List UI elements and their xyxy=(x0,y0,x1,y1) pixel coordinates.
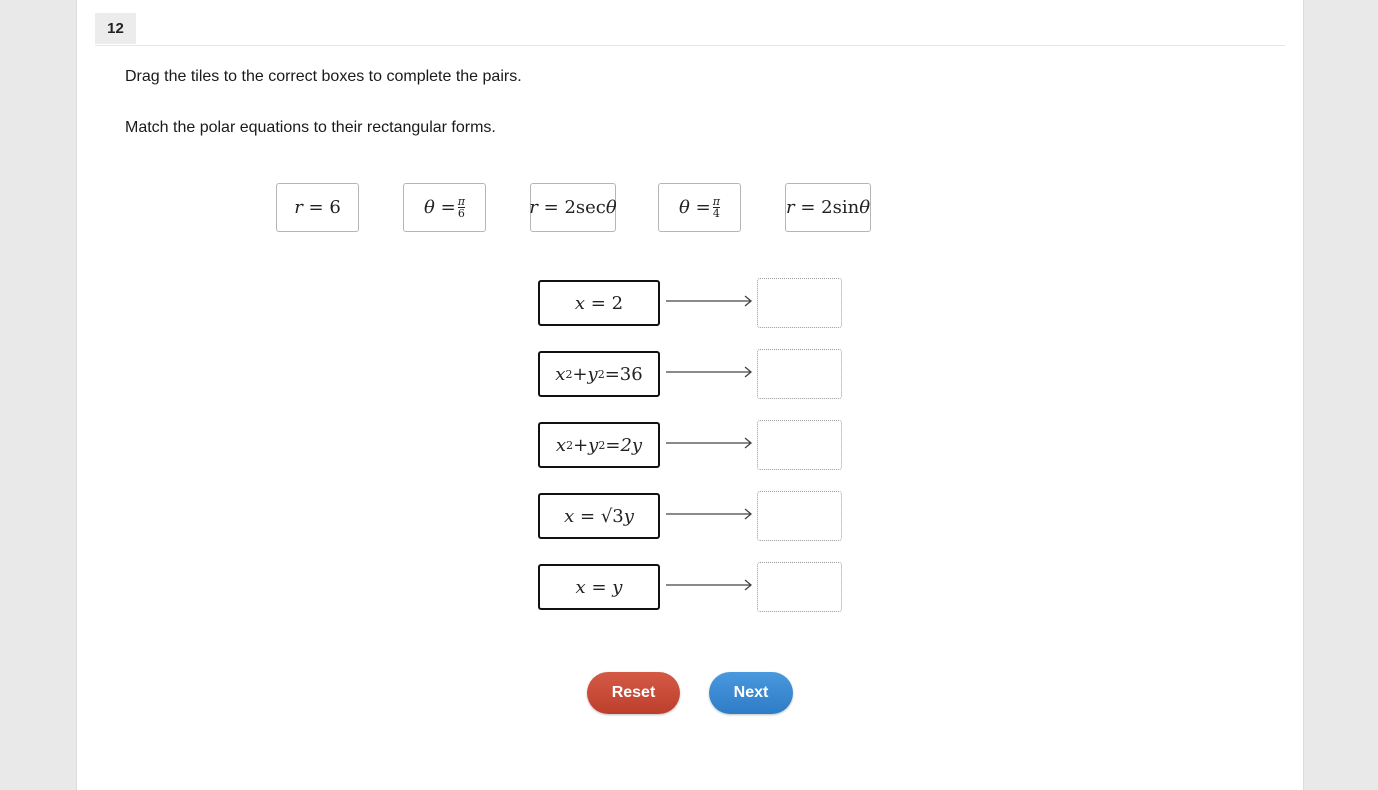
tile-r-equals-2sin-theta[interactable]: r = 2sin θ xyxy=(785,183,871,232)
tile-var: θ xyxy=(859,197,871,218)
arrow-icon xyxy=(666,508,753,520)
arrow-icon xyxy=(666,579,753,591)
pair-rhs: 2y xyxy=(620,434,643,456)
pair-var-2: y xyxy=(623,505,634,527)
fraction-denominator: 6 xyxy=(457,207,465,220)
pair-var: x xyxy=(575,576,586,598)
pair-var: x xyxy=(555,363,566,385)
pair-exponent: 2 xyxy=(565,367,573,381)
pair-plus: + xyxy=(573,434,589,456)
pair-var: x xyxy=(555,434,567,456)
tile-var: θ xyxy=(605,197,617,218)
reset-button[interactable]: Reset xyxy=(587,672,680,714)
prompt-text: Match the polar equations to their recta… xyxy=(125,119,496,136)
pair-rhs: 2 xyxy=(611,292,624,314)
pair-rhs: 36 xyxy=(619,363,643,385)
pair-rhs: √3 xyxy=(600,505,624,527)
tile-lhs: r xyxy=(294,197,303,218)
pair-var: x xyxy=(564,505,575,527)
pair-exponent: 2 xyxy=(566,438,574,452)
drop-box-2[interactable] xyxy=(757,349,842,399)
fraction-numerator: π xyxy=(712,195,720,208)
tile-r-equals-6[interactable]: r = 6 xyxy=(276,183,359,232)
drop-box-4[interactable] xyxy=(757,491,842,541)
pair-label-x-equals-2: x = 2 xyxy=(538,280,660,326)
tile-eq: = xyxy=(695,197,711,218)
question-number: 12 xyxy=(95,13,136,44)
pair-exponent-2: 2 xyxy=(598,438,606,452)
pair-label-x2-plus-y2-equals-36: x 2 + y 2 = 36 xyxy=(538,351,660,397)
pair-eq: = xyxy=(591,576,607,598)
pair-label-x2-plus-y2-equals-2y: x 2 + y 2 = 2y xyxy=(538,422,660,468)
tile-lhs: θ xyxy=(679,197,690,218)
arrow-icon xyxy=(666,437,753,449)
drop-box-1[interactable] xyxy=(757,278,842,328)
pair-eq: = xyxy=(579,505,596,527)
tile-eq: = xyxy=(440,197,456,218)
pair-exponent-2: 2 xyxy=(597,367,605,381)
tile-rhs: 2sin xyxy=(821,197,860,218)
drop-box-5[interactable] xyxy=(757,562,842,612)
fraction-numerator: π xyxy=(457,195,465,208)
pair-var-2: y xyxy=(588,434,599,456)
pair-eq: = xyxy=(605,434,621,456)
pair-label-x-equals-y: x = y xyxy=(538,564,660,610)
next-button[interactable]: Next xyxy=(709,672,793,714)
pair-var-2: y xyxy=(587,363,598,385)
drop-box-3[interactable] xyxy=(757,420,842,470)
tile-lhs: r xyxy=(785,197,795,218)
question-card: 12 Drag the tiles to the correct boxes t… xyxy=(76,0,1304,790)
pair-eq: = xyxy=(604,363,620,385)
pair-label-x-equals-root3-y: x = √3 y xyxy=(538,493,660,539)
tile-fraction: π 6 xyxy=(457,195,465,220)
tile-eq: = xyxy=(308,197,324,218)
pair-var: x xyxy=(574,292,586,314)
tile-fraction: π 4 xyxy=(712,195,720,220)
tile-theta-equals-pi-over-4[interactable]: θ = π 4 xyxy=(658,183,741,232)
tile-eq: = xyxy=(543,197,559,218)
pair-eq: = xyxy=(590,292,606,314)
tile-r-equals-2sec-theta[interactable]: r = 2sec θ xyxy=(529,183,617,232)
header-divider xyxy=(95,45,1285,46)
pair-plus: + xyxy=(572,363,588,385)
fraction-denominator: 4 xyxy=(712,207,720,220)
arrow-icon xyxy=(666,295,753,307)
arrow-icon xyxy=(666,366,753,378)
tile-rhs: 6 xyxy=(329,197,341,218)
tile-rhs: 2sec xyxy=(564,197,606,218)
tile-eq: = xyxy=(800,197,816,218)
tile-lhs: r xyxy=(529,197,538,218)
instruction-text: Drag the tiles to the correct boxes to c… xyxy=(125,68,522,85)
tile-theta-equals-pi-over-6[interactable]: θ = π 6 xyxy=(403,183,486,232)
pair-rhs: y xyxy=(612,576,623,598)
tile-lhs: θ xyxy=(424,197,435,218)
